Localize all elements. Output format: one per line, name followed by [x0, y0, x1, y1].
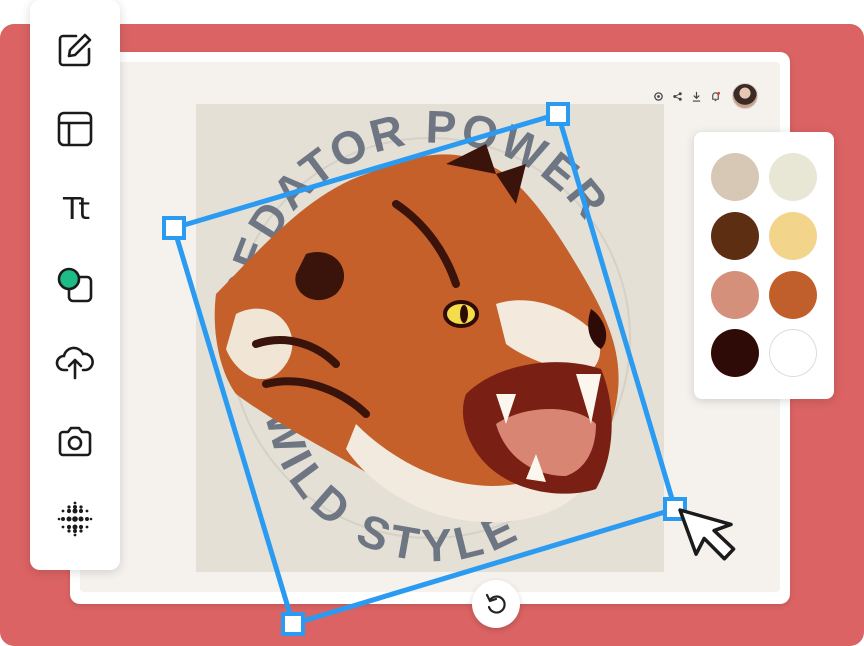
color-swatch[interactable]: [711, 212, 759, 260]
color-swatch[interactable]: [711, 329, 759, 377]
shapes-tool-button[interactable]: [55, 265, 95, 305]
halftone-icon: [57, 501, 93, 537]
color-swatch[interactable]: [769, 212, 817, 260]
edit-tool-button[interactable]: [55, 30, 95, 70]
share-icon[interactable]: [671, 90, 684, 103]
shapes-icon: [57, 267, 93, 303]
resize-handle-bottom-left[interactable]: [281, 612, 305, 636]
edit-icon: [58, 33, 92, 67]
settings-icon[interactable]: [652, 90, 665, 103]
layout-tool-button[interactable]: [55, 109, 95, 149]
rotate-icon: [485, 593, 506, 614]
artwork-image[interactable]: PREDATOR POWER WILD STYLE: [196, 100, 664, 572]
camera-icon: [58, 426, 92, 457]
camera-tool-button[interactable]: [55, 422, 95, 462]
color-swatch[interactable]: [769, 329, 817, 377]
color-swatch[interactable]: [711, 153, 759, 201]
rotate-button[interactable]: [472, 580, 520, 628]
cursor-icon: [678, 508, 736, 561]
text-icon: Tt: [62, 191, 90, 227]
upload-icon: [55, 346, 94, 380]
color-swatch[interactable]: [769, 271, 817, 319]
upload-tool-button[interactable]: [55, 342, 95, 382]
top-bar: [652, 83, 758, 109]
download-icon[interactable]: [690, 90, 703, 103]
color-palette: [694, 132, 834, 399]
halftone-tool-button[interactable]: [55, 499, 95, 539]
resize-handle-top-right[interactable]: [546, 102, 570, 126]
color-swatch[interactable]: [711, 271, 759, 319]
tool-sidebar: Tt: [30, 0, 120, 570]
avatar[interactable]: [732, 83, 758, 109]
text-tool-button[interactable]: Tt: [55, 189, 95, 229]
notification-icon[interactable]: [709, 90, 722, 103]
color-swatch[interactable]: [769, 153, 817, 201]
layout-icon: [57, 111, 93, 147]
resize-handle-top-left[interactable]: [162, 216, 186, 240]
